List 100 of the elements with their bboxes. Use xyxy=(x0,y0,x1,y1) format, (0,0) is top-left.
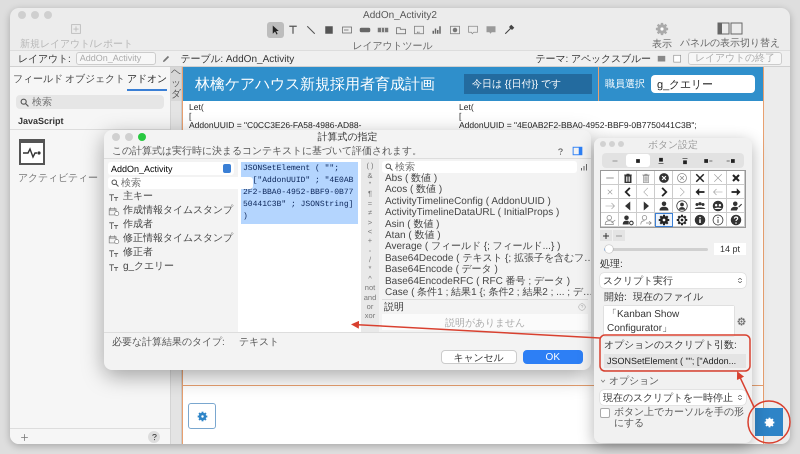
field-item[interactable]: 修正者 xyxy=(108,247,234,259)
function-item[interactable]: Base64Encode ( データ ) xyxy=(382,264,588,276)
help-button[interactable] xyxy=(148,431,160,443)
table-label: テーブル: AddOn_Activity xyxy=(180,52,294,66)
checkbox-menu-icon[interactable] xyxy=(672,54,683,64)
icon-choice[interactable] xyxy=(727,185,745,199)
toolbar-label: パネルの表示切り替え xyxy=(680,36,780,50)
add-button[interactable] xyxy=(20,432,29,442)
options-disclosure[interactable]: オプション xyxy=(600,370,746,388)
size-field[interactable]: 14 pt xyxy=(714,243,746,255)
search-icon xyxy=(20,98,29,107)
icon-choice[interactable] xyxy=(673,199,691,213)
function-item[interactable]: Base64Decode ( テキスト {; 拡張子を含むフ… xyxy=(382,252,588,264)
function-item[interactable]: ActivityTimelineConfig ( AddonUUID ) xyxy=(382,196,588,208)
field-item[interactable]: 作成情報タイムスタンプ xyxy=(108,205,234,217)
function-item[interactable]: ActivityTimelineDataURL ( InitialProps ) xyxy=(382,207,588,219)
formula-text: JSONSetElement ( ""; ["AddonUUID" ; "4E0AB2F2-BBA0-4952-BBF9-0B7750441C3B" ; JSONString] ) xyxy=(241,162,358,224)
gear-button[interactable] xyxy=(188,403,216,429)
plus-icon xyxy=(602,232,610,240)
question-icon xyxy=(150,433,158,441)
text-field-icon xyxy=(108,192,120,202)
staff-field[interactable]: g_クエリー xyxy=(651,75,755,93)
search-icon xyxy=(111,179,119,187)
gear-icon xyxy=(658,214,670,226)
pointer-tool[interactable] xyxy=(266,22,284,38)
icon-choice[interactable] xyxy=(655,185,673,199)
function-item[interactable]: Abs ( 数値 ) xyxy=(382,173,588,184)
icon-choice[interactable] xyxy=(691,185,709,199)
cancel-button[interactable]: キャンセル xyxy=(440,350,517,364)
person-gear-icon xyxy=(622,214,634,226)
person-icon xyxy=(658,200,670,212)
pause-dropdown[interactable]: 現在のスクリプトを一時停止 xyxy=(600,390,746,405)
action-dropdown[interactable]: スクリプト実行 xyxy=(600,273,746,288)
icon-choice[interactable] xyxy=(619,185,637,199)
icon-choice[interactable] xyxy=(727,213,745,227)
pencil-icon[interactable] xyxy=(161,54,172,64)
field-item[interactable]: 主キー xyxy=(108,191,234,203)
icon-choice[interactable] xyxy=(709,213,727,227)
staff-label: 職員選択 xyxy=(605,78,645,91)
layout-label: レイアウト: xyxy=(18,52,71,66)
start-value: 現在のファイル xyxy=(632,291,703,304)
search-icon xyxy=(385,163,393,171)
code-line: Let( xyxy=(459,103,475,112)
icon-choice[interactable] xyxy=(727,171,745,185)
disclosure-caret-icon xyxy=(600,378,606,384)
icon-choice[interactable] xyxy=(637,199,655,213)
result-type-label: 必要な計算結果のタイプ: xyxy=(112,336,225,349)
icon-choice[interactable] xyxy=(619,213,637,227)
search-field[interactable]: 検索 xyxy=(108,177,253,189)
code-line: Let( xyxy=(189,103,205,112)
search-field[interactable]: 検索 xyxy=(382,161,577,173)
person-arrow-icon xyxy=(640,214,652,226)
icon-choice[interactable] xyxy=(691,171,709,185)
icon-choice[interactable] xyxy=(709,199,727,213)
field-item[interactable]: 修正情報タイムスタンプ xyxy=(108,233,234,245)
function-item[interactable]: Acos ( 数値 ) xyxy=(382,184,588,196)
icon-choice[interactable] xyxy=(655,171,673,185)
script-field[interactable]: 「Kanban Show Configurator」 xyxy=(604,306,734,336)
text-icon xyxy=(287,24,300,36)
icon-choice[interactable] xyxy=(727,199,745,213)
arrow-left-icon xyxy=(694,186,706,198)
date-text: 今日は {{日付}} です xyxy=(464,74,592,94)
field-item[interactable]: g_クエリー xyxy=(108,261,234,273)
arrow-right-icon xyxy=(730,186,742,198)
icon-choice[interactable] xyxy=(619,199,637,213)
add-icon-button[interactable] xyxy=(600,230,612,241)
slider-thumb[interactable] xyxy=(605,244,614,252)
gear-button[interactable] xyxy=(755,408,783,436)
formula-editor[interactable]: JSONSetElement ( ""; ["AddonUUID" ; "4E0AB2F2-BBA0-4952-BBF9-0B7750441C3B" ; JSONString] ) xyxy=(238,159,361,332)
style-option[interactable] xyxy=(626,154,650,167)
ok-button[interactable]: OK xyxy=(522,350,583,364)
function-item[interactable]: Average ( フィールド {; フィールド...} ) xyxy=(382,241,588,253)
icon-choice[interactable] xyxy=(691,199,709,213)
window-title: AddOn_Activity2 xyxy=(363,10,437,20)
function-item[interactable]: Atan ( 数値 ) xyxy=(382,230,588,242)
person-edit-icon xyxy=(730,200,742,212)
icon-choice[interactable] xyxy=(655,199,673,213)
calendar-icon xyxy=(108,234,120,244)
sidebar-toggle-icon[interactable] xyxy=(572,146,583,156)
field-item[interactable]: 作成者 xyxy=(108,219,234,231)
icon-choice[interactable] xyxy=(673,213,691,227)
gear-icon[interactable] xyxy=(737,316,746,326)
x-bold-icon xyxy=(730,172,742,184)
search-field[interactable]: 検索 xyxy=(16,95,164,109)
sort-icon[interactable] xyxy=(580,163,588,171)
hand-cursor-checkbox[interactable]: ボタン上でカーソルを手の形にする xyxy=(600,407,746,429)
icon-choice[interactable] xyxy=(655,213,673,227)
table-dropdown[interactable]: AddOn_Activity xyxy=(108,162,234,175)
info-icon xyxy=(694,214,706,226)
icon-choice[interactable] xyxy=(691,213,709,227)
sidebar-tab[interactable]: オブジェクト xyxy=(65,71,125,91)
script-parameter-field[interactable]: JSONSetElement ( ""; ["Addon... xyxy=(604,354,746,368)
trash-outline-icon xyxy=(640,172,652,184)
icon-choice[interactable] xyxy=(619,171,637,185)
size-slider[interactable] xyxy=(604,248,708,250)
function-item[interactable]: Base64EncodeRFC ( RFC 番号 ; データ ) xyxy=(382,276,588,288)
sidebar-tab[interactable]: フィールド xyxy=(13,71,63,91)
panel-toggle-icon[interactable] xyxy=(717,22,743,35)
function-item[interactable]: Asin ( 数値 ) xyxy=(382,218,588,230)
sidebar-tab[interactable]: アドオン xyxy=(127,71,167,91)
